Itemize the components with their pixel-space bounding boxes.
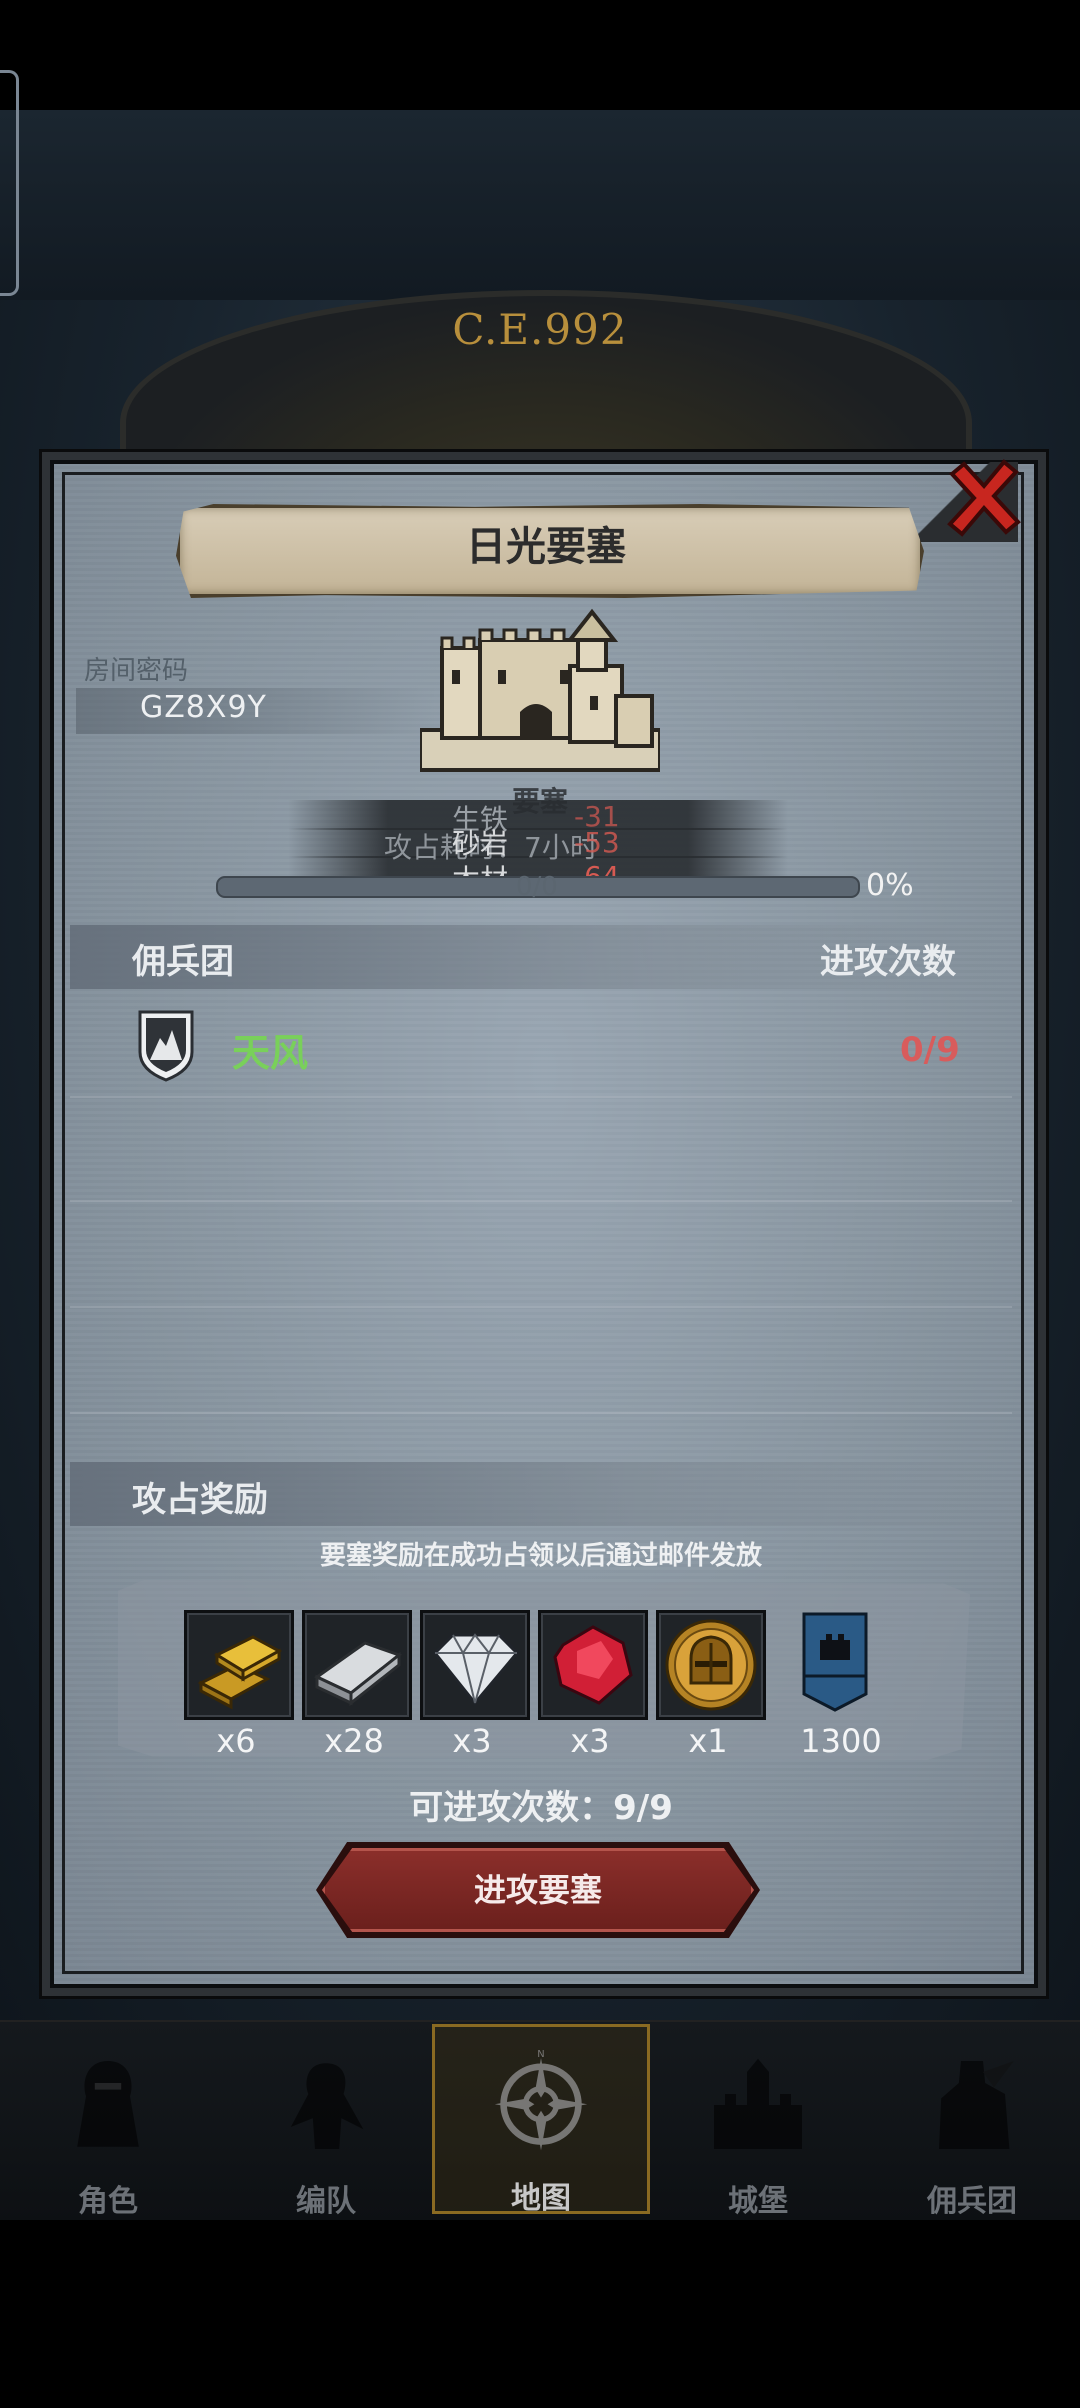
reward-slot[interactable] [420, 1610, 530, 1720]
reward-qty: x3 [570, 1722, 610, 1760]
top-header-band [0, 110, 1080, 300]
svg-text:N: N [537, 2049, 544, 2060]
nav-label: 编队 [296, 2184, 356, 2219]
close-button[interactable] [938, 452, 1028, 542]
nav-item-mercenary[interactable]: 佣兵团 [872, 2030, 1072, 2220]
ruby-icon [553, 1625, 633, 1705]
attack-count-header: 进攻次数 [820, 942, 956, 982]
era-label: C.E.992 [452, 305, 628, 354]
room-password-label: 房间密码 [84, 656, 189, 686]
capture-progress-count: 0/0 [516, 872, 558, 902]
iron-ingot-icon [314, 1641, 403, 1707]
reward-qty: x6 [216, 1722, 256, 1760]
nav-label: 地图 [511, 2181, 571, 2216]
shield-mountain-icon [138, 1010, 194, 1082]
attack-button-label[interactable]: 进攻要塞 [322, 1848, 754, 1932]
nav-item-castle[interactable]: 城堡 [658, 2030, 858, 2220]
nav-item-formation[interactable]: 编队 [226, 2030, 426, 2220]
remaining-attempts: 可进攻次数：9/9 [409, 1788, 673, 1828]
row-divider [70, 1306, 1012, 1308]
reward-qty: x28 [324, 1722, 384, 1760]
resource-sandstone-cost: -53 [574, 826, 620, 859]
reward-qty: x3 [452, 1722, 492, 1760]
reward-qty: x1 [688, 1722, 728, 1760]
row-divider [70, 1200, 1012, 1202]
nav-label: 佣兵团 [927, 2184, 1017, 2219]
nav-label: 角色 [78, 2184, 138, 2219]
capture-progress-percent: 0% [866, 868, 914, 903]
top-black-bar [0, 0, 1080, 110]
reward-slot[interactable] [184, 1610, 294, 1720]
mercenary-attack-count: 0/9 [900, 1030, 960, 1070]
close-icon [947, 459, 1021, 537]
mercenary-row[interactable] [70, 990, 1012, 1094]
character-icon [77, 2061, 139, 2147]
row-divider [70, 1096, 1012, 1098]
knight-helmet-coin-icon [665, 1619, 757, 1711]
mercenary-icon [939, 2061, 1014, 2149]
reward-note: 要塞奖励在成功占领以后通过邮件发放 [319, 1541, 762, 1571]
reward-slot[interactable] [800, 1610, 870, 1714]
compass-map-icon: N [494, 2049, 588, 2151]
dialog-title: 日光要塞 [466, 524, 626, 570]
resource-sandstone-label: 砂岩 [452, 827, 509, 860]
formation-icon [290, 2063, 364, 2149]
mercenary-name: 天风 [232, 1031, 309, 1075]
room-password-value: GZ8X9Y [140, 690, 267, 725]
reward-slot[interactable] [656, 1610, 766, 1720]
side-drawer-tab[interactable] [0, 70, 19, 296]
reward-slot[interactable] [538, 1610, 648, 1720]
row-divider [70, 1412, 1012, 1414]
nav-item-character[interactable]: 角色 [8, 2030, 208, 2220]
reward-slot[interactable] [302, 1610, 412, 1720]
bottom-black-bar [0, 2220, 1080, 2408]
diamond-icon [432, 1633, 520, 1706]
nav-item-map[interactable]: N 地图 [432, 2024, 650, 2216]
castle-icon [714, 2058, 802, 2149]
fortress-icon [420, 608, 660, 772]
fortress-banner-icon [802, 1612, 868, 1712]
reward-section-title: 攻占奖励 [132, 1480, 268, 1520]
gold-ingot-icon [197, 1635, 283, 1710]
mercenary-section-title: 佣兵团 [132, 942, 234, 982]
nav-label: 城堡 [728, 2184, 788, 2219]
reward-qty: 1300 [800, 1722, 882, 1760]
